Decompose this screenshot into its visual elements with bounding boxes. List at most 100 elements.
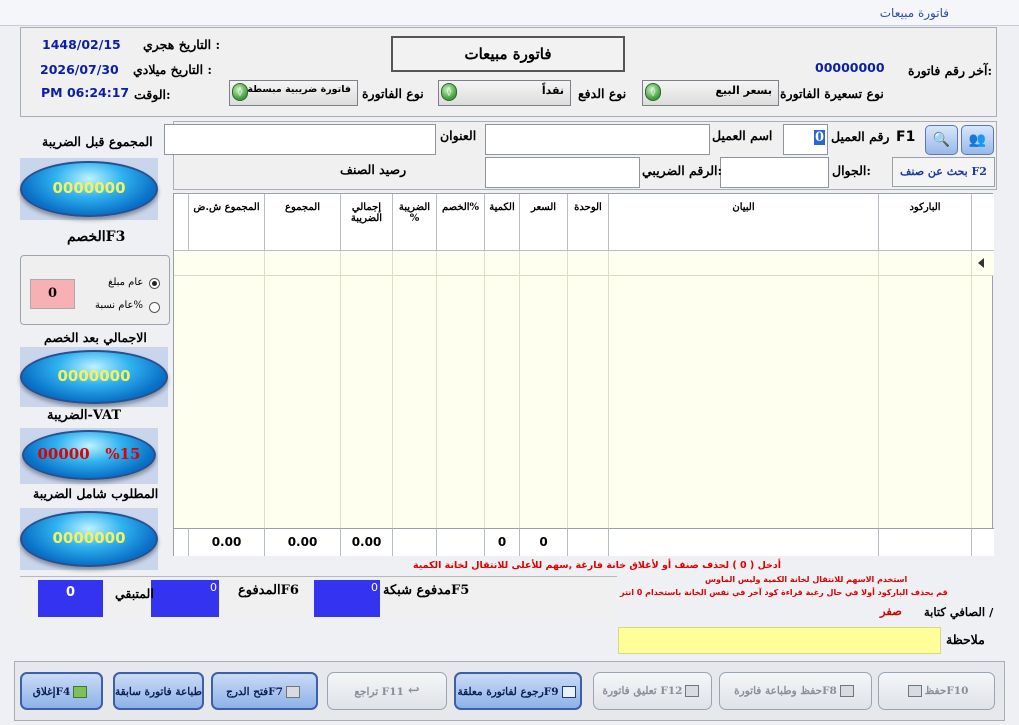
- dropdown-icon: ◊: [232, 83, 248, 101]
- save-icon: [907, 685, 922, 697]
- col-header-barcode: الباركود: [879, 194, 972, 251]
- save-button[interactable]: حفظF10: [878, 672, 995, 710]
- total-sum: 0.00: [265, 528, 341, 556]
- search-customer-button[interactable]: 🔍: [925, 125, 958, 155]
- vat-display: 00000 %15: [22, 430, 156, 480]
- grid-col-line: [437, 251, 485, 528]
- print-previous-button[interactable]: طباعة فاتورة سابقة: [113, 672, 204, 710]
- address-label: العنوان: [440, 128, 477, 143]
- address-input[interactable]: [164, 124, 436, 155]
- discount-value: 0: [47, 286, 58, 301]
- paid-label: المدفوعF6: [238, 583, 299, 598]
- undo-icon: ↩: [407, 683, 420, 699]
- vat-amount: 00000: [37, 445, 90, 463]
- drawer-icon: [285, 686, 300, 698]
- note-label: ملاحظة: [946, 632, 985, 647]
- total-filler: [174, 528, 189, 556]
- network-label: مدفوع شبكةF5: [383, 583, 470, 598]
- paid-input[interactable]: 0: [151, 580, 219, 617]
- total-price: 0: [520, 528, 568, 556]
- search-item-label: بحث عن صنف F2: [900, 165, 987, 178]
- hijri-date: 1448/02/15: [42, 37, 121, 52]
- invoice-type-label: نوع الفاتورة: [362, 86, 424, 101]
- total-qty: 0: [485, 528, 520, 556]
- invoice-type-value: فاتورة ضريبية مبسطة: [247, 84, 351, 95]
- item-balance-label: رصيد الصنف: [340, 162, 407, 177]
- vat-label: الضريبة-VAT: [47, 408, 122, 423]
- save-print-button[interactable]: حفظ وطباعة فاتورةF8: [719, 672, 872, 710]
- radio-amount-label: عام مبلغ: [108, 277, 144, 288]
- undo-button[interactable]: تراجع F11 ↩: [327, 672, 447, 710]
- discount-input[interactable]: 0: [30, 279, 75, 309]
- after-discount-display: 0000000: [20, 350, 168, 404]
- user-icon: 👥: [968, 132, 987, 148]
- search-icon: 🔍: [932, 132, 951, 148]
- row-header-corner: [972, 194, 994, 251]
- col-header-sum: المجموع: [265, 194, 341, 251]
- grid-col-line: [609, 251, 879, 528]
- vat-percent: %15: [105, 445, 141, 463]
- grid-col-line: [568, 251, 609, 528]
- hold-invoice-button[interactable]: تعليق فاتورة F12: [593, 672, 712, 710]
- col-header-unit: الوحدة: [568, 194, 609, 251]
- recall-invoice-button[interactable]: رجوع لفاتورة معلقةF9: [454, 672, 582, 710]
- hint-line-3: قم بحذف الباركود أولا في حال رغبة قراءة …: [620, 588, 948, 597]
- dropdown-icon: ◊: [645, 83, 661, 101]
- col-header-tax-percent: الضريبة %: [393, 194, 437, 251]
- last-invoice-value: 00000000: [815, 60, 885, 75]
- hijri-label: التاريخ هجري :: [143, 37, 221, 52]
- gregorian-date: 2026/07/30: [40, 62, 119, 77]
- remaining-label: المتبقي: [115, 586, 154, 601]
- total-corner: [972, 528, 994, 556]
- row-indicator-icon: [978, 258, 984, 268]
- radio-percent[interactable]: [149, 302, 160, 313]
- grid-col-line: [189, 251, 265, 528]
- total-description: [609, 528, 879, 556]
- window-icon: [685, 685, 700, 697]
- pricing-select[interactable]: ◊ بسعر البيع: [642, 80, 779, 106]
- open-drawer-button[interactable]: فتح الدرجF7: [211, 672, 318, 710]
- customer-no-label: رقم العميل: [831, 129, 890, 144]
- search-item-button[interactable]: بحث عن صنف F2: [892, 157, 995, 187]
- items-grid[interactable]: المجموع ش.ض المجموع إجمالي الضريبة الضري…: [173, 193, 994, 556]
- customer-button[interactable]: 👥: [961, 125, 994, 155]
- invoice-type-select[interactable]: ◊ فاتورة ضريبية مبسطة: [229, 80, 358, 106]
- mobile-input[interactable]: [720, 157, 829, 188]
- col-header-description: البيان: [609, 194, 879, 251]
- note-input[interactable]: [618, 627, 941, 654]
- total-tax-percent: [393, 528, 437, 556]
- payment-select[interactable]: ◊ نقداً: [438, 80, 571, 106]
- grid-col-line: [341, 251, 393, 528]
- close-button[interactable]: إغلاقF4: [20, 672, 103, 710]
- col-header-sum-with-tax: المجموع ش.ض: [189, 194, 265, 251]
- discount-label: الخصمF3: [67, 229, 126, 245]
- dropdown-icon: ◊: [441, 83, 457, 101]
- pricing-value: بسعر البيع: [715, 84, 772, 97]
- f1-label: F1: [896, 129, 916, 145]
- customer-name-input[interactable]: [485, 124, 710, 155]
- network-value: 0: [371, 581, 378, 594]
- total-unit: [568, 528, 609, 556]
- radio-percent-label: عام نسبة%: [95, 300, 143, 311]
- after-discount-label: الاجمالي بعد الخصم: [44, 330, 147, 345]
- tax-no-input[interactable]: [485, 157, 640, 188]
- radio-amount[interactable]: [149, 278, 160, 289]
- col-header-qty: الكمية: [485, 194, 520, 251]
- due-value: 0000000: [52, 529, 126, 547]
- net-words-label: الصافي كتابة /: [924, 605, 994, 619]
- total-barcode: [879, 528, 972, 556]
- hint-line-2: استخدم الاسهم للانتقال لخانة الكمية وليس…: [705, 575, 908, 584]
- grid-col-line: [265, 251, 341, 528]
- tax-no-label: الرقم الضريبي:: [642, 163, 723, 178]
- col-header-price: السعر: [520, 194, 568, 251]
- header-filler: [174, 194, 189, 251]
- total-tax: 0.00: [341, 528, 393, 556]
- grid-col-line: [879, 251, 972, 528]
- before-tax-display: 0000000: [20, 161, 158, 217]
- remaining-value: 0: [65, 585, 76, 600]
- customer-no-input[interactable]: 0: [783, 124, 828, 155]
- invoice-title: فاتورة مبيعات: [464, 45, 552, 63]
- network-input[interactable]: 0: [314, 580, 380, 617]
- col-header-discount: الخصم%: [437, 194, 485, 251]
- due-display: 0000000: [20, 511, 158, 567]
